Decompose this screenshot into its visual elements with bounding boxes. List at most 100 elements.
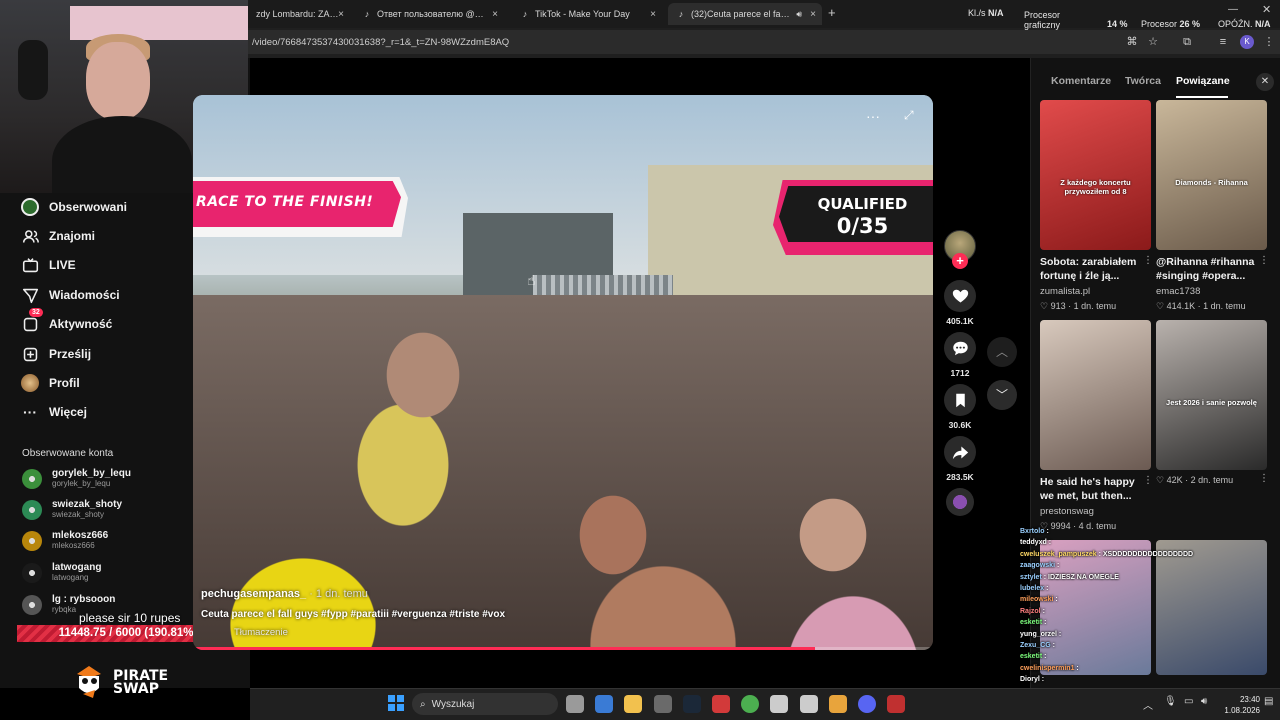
tab-3[interactable]: ♪ TikTok - Make Your Day × bbox=[512, 3, 662, 25]
translate-icon[interactable]: ⌘ bbox=[1125, 35, 1139, 49]
related-video-thumbnail[interactable] bbox=[1156, 540, 1267, 675]
shield-icon[interactable] bbox=[887, 695, 906, 713]
nav-friends[interactable]: Znajomi bbox=[20, 226, 95, 246]
close-icon[interactable]: × bbox=[810, 9, 816, 20]
related-video-thumbnail[interactable]: Jest 2026 i sanie pozwolę bbox=[1156, 320, 1267, 470]
nav-friends-label: Znajomi bbox=[49, 229, 96, 243]
nav-following[interactable]: Obserwowani bbox=[20, 197, 127, 217]
close-icon[interactable]: × bbox=[650, 9, 656, 20]
bookmark-icon[interactable] bbox=[944, 384, 976, 416]
tab-4-active[interactable]: ♪ (32)Ceuta parece el fall guy 🔊︎ × bbox=[668, 3, 822, 25]
mail-app-icon[interactable] bbox=[595, 695, 614, 713]
share-action[interactable]: 283.5K bbox=[940, 436, 980, 482]
related-video-thumbnail[interactable] bbox=[1040, 320, 1151, 470]
more-options-icon[interactable]: ⋮ bbox=[1143, 255, 1153, 266]
windows-start-icon[interactable] bbox=[388, 695, 404, 711]
steam-icon[interactable] bbox=[682, 695, 701, 713]
comment-action[interactable]: 1712 bbox=[940, 332, 980, 378]
related-video-author[interactable]: emac1738 bbox=[1156, 286, 1200, 297]
music-disc-icon[interactable] bbox=[946, 488, 974, 516]
extensions-icon[interactable]: ⧉ bbox=[1180, 35, 1194, 49]
followed-account[interactable]: swiezak_shoty swiezak_shoty bbox=[22, 498, 122, 522]
video-progress-bar[interactable] bbox=[193, 647, 933, 650]
calculator-icon[interactable] bbox=[653, 695, 672, 713]
network-icon[interactable]: ▭ bbox=[1184, 696, 1193, 707]
fullscreen-icon[interactable]: ⤢ bbox=[904, 108, 914, 123]
related-video-thumbnail[interactable]: Z każdego koncertu przywoziłem od 8 bbox=[1040, 100, 1151, 250]
heart-icon[interactable] bbox=[944, 280, 976, 312]
video-author-name[interactable]: pechugasempanas_ bbox=[201, 588, 306, 600]
chat-username: esketit bbox=[1020, 653, 1043, 661]
account-name: latwogang bbox=[52, 562, 102, 573]
microphone-icon[interactable]: 🎙︎ bbox=[1164, 696, 1177, 707]
new-tab-button[interactable]: + bbox=[828, 5, 836, 20]
more-options-icon[interactable]: ⋮ bbox=[1259, 255, 1269, 266]
more-options-icon[interactable]: ⋮ bbox=[1143, 475, 1153, 486]
chat-username: cweluszek_pampuszek bbox=[1020, 550, 1097, 558]
next-video-button[interactable]: ﹀ bbox=[987, 380, 1017, 410]
close-icon[interactable]: × bbox=[338, 9, 344, 20]
video-author[interactable]: pechugasempanas_ · 1 dn. temu bbox=[201, 588, 368, 600]
tiktok-icon: ♪ bbox=[522, 9, 528, 19]
like-action[interactable]: 405.1K bbox=[940, 280, 980, 326]
taskbar-clock[interactable]: 23:40 1.08.2026 bbox=[1220, 694, 1260, 716]
donation-message: please sir 10 rupes bbox=[79, 611, 181, 625]
related-video-thumbnail[interactable] bbox=[1040, 540, 1151, 675]
save-action[interactable]: 30.6K bbox=[940, 384, 980, 430]
window-close-icon[interactable]: ✕ bbox=[1262, 3, 1271, 16]
more-options-icon[interactable]: ⋮ bbox=[1259, 473, 1269, 484]
tab-1[interactable]: zdy Lombardu: ZARĘ × bbox=[248, 3, 350, 25]
app-white-icon[interactable] bbox=[770, 695, 789, 713]
tab-creator[interactable]: Twórca bbox=[1125, 75, 1161, 87]
nav-activity[interactable]: 32 Aktywność bbox=[20, 308, 112, 334]
share-icon[interactable] bbox=[944, 436, 976, 468]
taskbar-search[interactable]: ⌕ Wyszukaj bbox=[412, 693, 558, 715]
app-white-2-icon[interactable] bbox=[799, 695, 818, 713]
file-explorer-icon[interactable] bbox=[624, 695, 643, 713]
video-progress-fill bbox=[193, 647, 815, 650]
nav-upload[interactable]: Prześlij bbox=[20, 344, 91, 364]
menu-dots-icon[interactable]: ⋮ bbox=[1262, 35, 1276, 49]
chat-message: zaagowski : bbox=[1020, 562, 1059, 569]
volume-icon[interactable]: 🔊︎ bbox=[1201, 696, 1207, 707]
nav-profile[interactable]: Profil bbox=[20, 373, 80, 393]
tab-related[interactable]: Powiązane bbox=[1176, 75, 1230, 87]
followed-account[interactable]: latwogang latwogang bbox=[22, 561, 101, 585]
close-panel-icon[interactable]: ✕ bbox=[1256, 73, 1274, 91]
related-video-author[interactable]: prestonswag bbox=[1040, 506, 1094, 517]
active-tab-underline bbox=[1176, 96, 1228, 98]
follow-plus-button[interactable]: + bbox=[952, 253, 968, 269]
nav-messages[interactable]: Wiadomości bbox=[20, 285, 120, 305]
tab-comments[interactable]: Komentarze bbox=[1051, 75, 1111, 87]
video-more-options-icon[interactable]: ··· bbox=[866, 108, 880, 124]
discord-icon[interactable] bbox=[858, 695, 876, 713]
url-text[interactable]: /video/7668473537430031638?_r=1&_t=ZN-98… bbox=[252, 37, 509, 48]
app-red-icon[interactable] bbox=[712, 695, 730, 713]
reading-list-icon[interactable]: ≡ bbox=[1216, 35, 1230, 49]
nav-live[interactable]: LIVE bbox=[20, 255, 76, 275]
close-icon[interactable]: × bbox=[492, 9, 498, 20]
followed-account[interactable]: gorylek_by_lequ gorylek_by_lequ bbox=[22, 467, 131, 491]
account-avatar bbox=[22, 531, 42, 551]
task-view-icon[interactable] bbox=[566, 695, 584, 713]
pirate-skull-icon bbox=[77, 666, 101, 698]
nav-more[interactable]: ··· Więcej bbox=[20, 402, 87, 422]
related-video-title[interactable]: Sobota: zarabiałem fortunę i źle ją... bbox=[1040, 255, 1150, 283]
speaker-icon[interactable]: 🔊︎ bbox=[796, 9, 802, 20]
related-video-title[interactable]: @Rihanna #rihanna #singing #opera... bbox=[1156, 255, 1266, 283]
translate-link[interactable]: Tłumaczenie bbox=[234, 627, 288, 638]
related-video-thumbnail[interactable]: Diamonds - Rihanna bbox=[1156, 100, 1267, 250]
minimize-icon[interactable]: — bbox=[1228, 4, 1238, 15]
notification-icon[interactable]: ▤ bbox=[1264, 696, 1273, 707]
followed-account[interactable]: mlekosz666 mlekosz666 bbox=[22, 529, 108, 553]
tab-2[interactable]: ♪ Ответ пользователю @el0_m0 × bbox=[354, 3, 504, 25]
related-video-title[interactable]: He said he's happy we met, but then... bbox=[1040, 475, 1150, 503]
bookmark-star-icon[interactable]: ☆ bbox=[1146, 35, 1160, 49]
previous-video-button[interactable]: ︿ bbox=[987, 337, 1017, 367]
chat-username: esketit bbox=[1020, 619, 1043, 627]
related-video-author[interactable]: zumalista.pl bbox=[1040, 286, 1090, 297]
app-orange-icon[interactable] bbox=[828, 695, 847, 713]
comment-icon[interactable] bbox=[944, 332, 976, 364]
tray-expand-icon[interactable]: ︿ bbox=[1143, 697, 1153, 712]
profile-avatar[interactable]: K bbox=[1240, 35, 1254, 49]
